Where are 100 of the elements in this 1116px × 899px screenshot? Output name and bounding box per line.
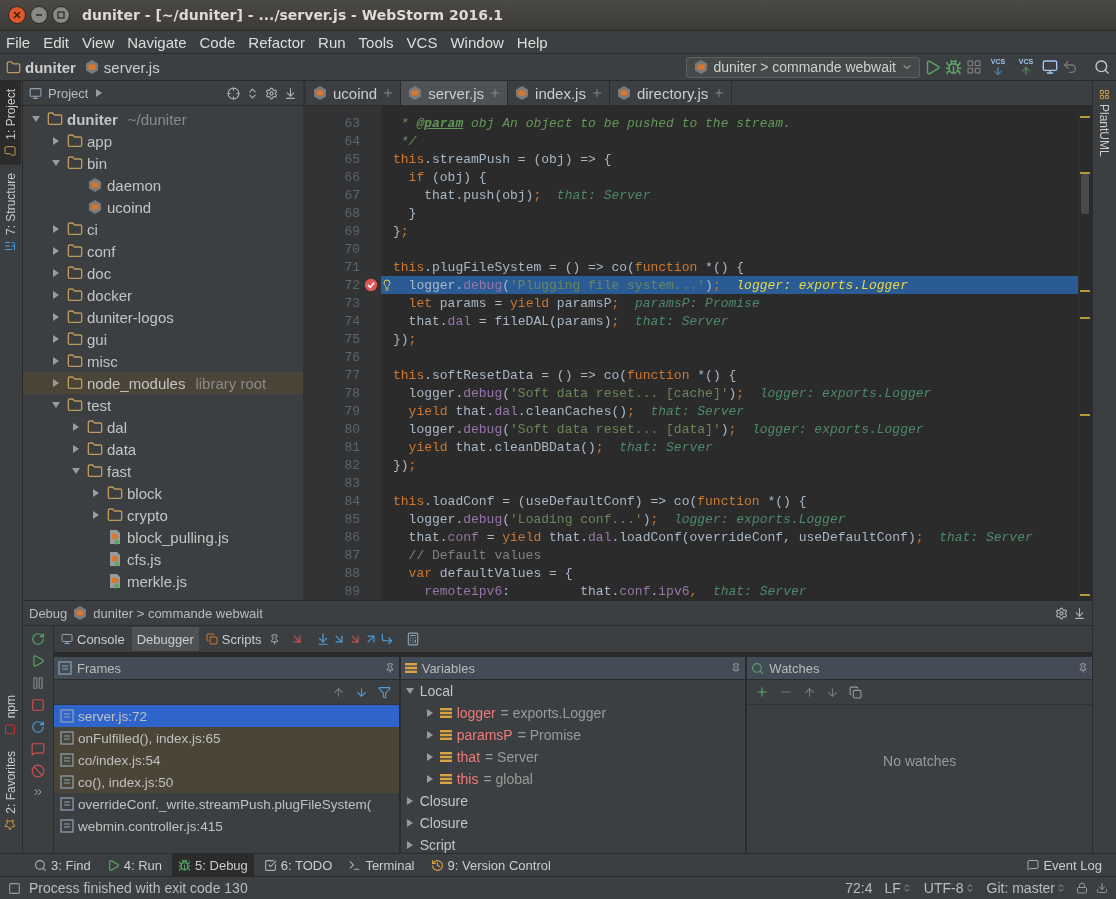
tool-window-button[interactable]: 6: TODO [257, 854, 339, 876]
expand-arrow-icon[interactable] [424, 752, 435, 762]
filter-icon[interactable] [377, 685, 391, 699]
event-log-button[interactable]: Event Log [1021, 854, 1108, 876]
tool-window-button[interactable]: 9: Version Control [424, 854, 557, 876]
up-arrow-icon[interactable] [331, 685, 345, 699]
down-arrow-icon[interactable] [354, 685, 368, 699]
expand-arrow-icon[interactable] [404, 818, 415, 828]
expand-arrow-icon[interactable] [51, 356, 61, 366]
stop-icon[interactable] [31, 698, 45, 712]
tree-item[interactable]: misc [23, 350, 303, 372]
collapse-all-icon[interactable] [246, 86, 259, 100]
search-icon[interactable] [34, 858, 47, 872]
down-arrow-icon[interactable] [826, 685, 840, 699]
variable-item[interactable]: paramsP = Promise [400, 724, 746, 746]
mute-breakpoints-icon[interactable] [31, 764, 45, 778]
tool-window-tab[interactable]: 2: Favorites [0, 743, 21, 839]
branch-selector[interactable]: Git: master [984, 880, 1068, 896]
pause-icon[interactable] [31, 676, 45, 690]
editor-tab[interactable]: server.js [401, 81, 509, 105]
run-icon[interactable] [106, 858, 120, 872]
checklist-icon[interactable] [263, 858, 277, 872]
frame-item[interactable]: webmin.controller.js:415 [54, 815, 399, 837]
menu-item[interactable]: Edit [43, 33, 70, 51]
tool-window-button[interactable]: 5: Debug [172, 854, 254, 876]
editor-tab[interactable]: directory.js [609, 81, 733, 105]
run-configuration-dropdown[interactable]: duniter > commande webwait [685, 56, 920, 78]
menu-item[interactable]: View [82, 33, 115, 51]
expand-arrow-icon[interactable] [51, 224, 61, 234]
bug-icon[interactable] [178, 858, 192, 872]
rerun-icon[interactable] [31, 632, 45, 646]
tree-item[interactable]: duniter ~/duniter [23, 108, 303, 130]
up-arrow-icon[interactable] [803, 685, 817, 699]
collapse-arrow-icon[interactable] [51, 158, 61, 168]
resume-icon[interactable] [31, 654, 45, 668]
tree-item[interactable]: data [23, 438, 303, 460]
add-icon[interactable] [755, 685, 770, 699]
tree-item[interactable]: block [23, 482, 303, 504]
lock-icon[interactable] [1076, 882, 1088, 894]
encoding-selector[interactable]: UTF-8 [921, 880, 977, 896]
tree-item[interactable]: crypto [23, 504, 303, 526]
line-separator-selector[interactable]: LF [882, 880, 914, 896]
frame-item[interactable]: overrideConf._write.streamPush.plugFileSystem( [54, 793, 399, 815]
tree-item[interactable]: block_pulling.js [23, 526, 303, 548]
expand-arrow-icon[interactable] [51, 136, 61, 146]
expand-arrow-icon[interactable] [71, 444, 81, 454]
settings-icon[interactable] [265, 86, 278, 100]
caret-position[interactable]: 72:4 [843, 880, 875, 896]
variable-scope[interactable]: Closure [400, 812, 746, 834]
debug-tab[interactable]: Console [56, 627, 130, 651]
tree-item[interactable]: gui [23, 328, 303, 350]
tree-item[interactable]: ucoind [23, 196, 303, 218]
settings-icon[interactable] [1055, 606, 1068, 620]
expand-arrow-icon[interactable] [404, 796, 415, 806]
menu-item[interactable]: Run [318, 33, 346, 51]
variable-item[interactable]: that = Server [400, 746, 746, 768]
expand-arrow-icon[interactable] [71, 422, 81, 432]
tree-item[interactable]: dal [23, 416, 303, 438]
more-icon[interactable] [32, 786, 44, 798]
variable-scope[interactable]: Script [400, 834, 746, 856]
menu-item[interactable]: Tools [358, 33, 394, 51]
terminal-icon[interactable] [348, 858, 362, 872]
variable-scope[interactable]: Local [400, 680, 746, 702]
tree-item[interactable]: bin [23, 152, 303, 174]
tool-window-tab[interactable]: 1: Project [0, 81, 21, 165]
menu-item[interactable]: Window [450, 33, 504, 51]
copy-icon[interactable] [849, 685, 863, 699]
collapse-arrow-icon[interactable] [31, 114, 41, 124]
variable-item[interactable]: logger = exports.Logger [400, 702, 746, 724]
pin-icon[interactable] [268, 633, 280, 645]
tool-window-tab[interactable]: PlantUML [1093, 81, 1115, 165]
tree-item[interactable]: docker [23, 284, 303, 306]
lightbulb-icon[interactable] [381, 279, 393, 291]
expand-arrow-icon[interactable] [424, 730, 435, 740]
expand-arrow-icon[interactable] [51, 246, 61, 256]
menu-item[interactable]: Code [199, 33, 236, 51]
expand-arrow-icon[interactable] [51, 290, 61, 300]
expand-arrow-icon[interactable] [424, 708, 435, 718]
pin-icon[interactable] [384, 663, 395, 673]
tree-item[interactable]: daemon [23, 174, 303, 196]
menu-item[interactable]: Help [516, 33, 548, 51]
tree-item[interactable]: ci [23, 218, 303, 240]
menu-item[interactable]: Refactor [248, 33, 306, 51]
run-to-cursor-icon[interactable] [379, 632, 394, 646]
run-icon[interactable] [924, 58, 941, 76]
minimize-button[interactable] [30, 6, 48, 24]
expand-arrow-icon[interactable] [424, 774, 435, 784]
expand-arrow-icon[interactable] [51, 268, 61, 278]
tree-item[interactable]: fast [23, 460, 303, 482]
expand-arrow-icon[interactable] [51, 312, 61, 322]
maximize-button[interactable] [52, 6, 70, 24]
tree-item[interactable]: node_modules library root [23, 372, 303, 394]
editor-tab[interactable]: index.js [508, 81, 610, 105]
tool-window-button[interactable]: Terminal [342, 854, 421, 876]
collapse-arrow-icon[interactable] [404, 686, 415, 696]
tree-item[interactable]: test [23, 394, 303, 416]
debug-icon[interactable] [945, 58, 962, 76]
tool-window-button[interactable]: 4: Run [100, 854, 169, 876]
tree-item[interactable]: app [23, 130, 303, 152]
expand-arrow-icon[interactable] [91, 510, 101, 520]
